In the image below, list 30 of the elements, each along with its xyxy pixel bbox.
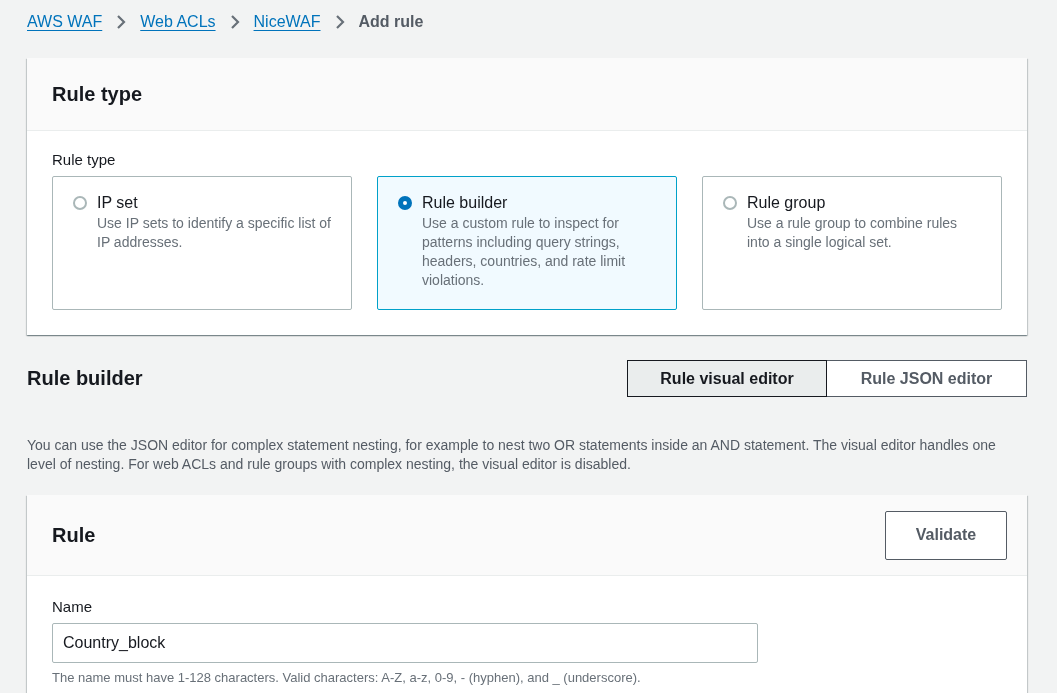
radio-button[interactable] [73,196,87,210]
breadcrumb-current: Add rule [358,13,424,31]
validate-button[interactable]: Validate [885,510,1007,560]
radio-button[interactable] [723,196,737,210]
editor-tab[interactable]: Rule JSON editor [827,360,1027,397]
section-title: Rule builder [27,367,143,390]
option-description: Use a rule group to combine rules into a single logical set. [747,214,959,252]
name-input-field[interactable]: Country_block [52,623,758,663]
breadcrumb-link[interactable]: Web ACLs [140,13,216,31]
rule-type-option[interactable]: Rule group Use a rule group to combine rules into a single logical set. [702,176,1002,310]
option-title: IP set [97,193,139,213]
rule-type-option[interactable]: Rule builder Use a custom rule to inspect for patterns including query strings, headers, countries, and rate limit violations. [377,176,677,310]
radio-button[interactable] [398,196,412,210]
breadcrumb-link[interactable]: AWS WAF [27,13,103,31]
field-hint: The name must have 1-128 characters. Valid characters: A-Z, a-z, 0-9, - (hyphen), and _ (underscore). [52,670,642,685]
breadcrumb-link[interactable]: NiceWAF [253,13,321,31]
option-title: Rule group [747,193,827,213]
editor-tab[interactable]: Rule visual editor [627,360,827,397]
description-text: You can use the JSON editor for complex statement nesting, for example to nest two OR statements inside an AND statement. The visual editor handles one level of nesting. For web ACLs and rule groups with complex nesting, the visual editor is disabled. [27,436,997,474]
rule-type-option[interactable]: IP set Use IP sets to identify a specific list of IP addresses. [52,176,352,310]
option-description: Use IP sets to identify a specific list of IP addresses. [97,214,331,252]
panel-title: Rule [52,523,96,547]
chevron-right-icon [229,14,240,30]
field-label: Rule type [52,151,117,168]
chevron-right-icon [116,14,127,30]
option-title: Rule builder [422,193,509,213]
option-description: Use a custom rule to inspect for patterns including query strings, headers, countries, and rate limit violations. [422,214,627,290]
chevron-right-icon [334,14,345,30]
panel-title: Rule type [52,82,143,106]
field-label: Name [52,598,93,615]
